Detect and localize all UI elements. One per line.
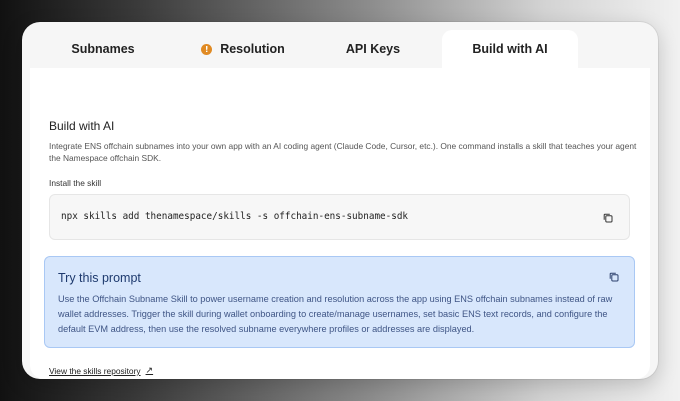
tab-subnames[interactable]: Subnames: [40, 30, 166, 68]
tab-panel: Build with AI Integrate ENS offchain sub…: [30, 68, 650, 379]
prompt-card: Try this prompt Use the Offchain Subname…: [44, 256, 635, 348]
install-command-box: npx skills add thenamespace/skills -s of…: [49, 194, 630, 240]
external-arrow-icon: ↗: [145, 366, 154, 376]
install-label: Install the skill: [49, 178, 102, 188]
prompt-body: Use the Offchain Subname Skill to power …: [58, 294, 613, 334]
tab-label: Build with AI: [472, 42, 548, 56]
tab-label: Subnames: [71, 42, 135, 56]
warning-icon: !: [201, 43, 213, 55]
tab-resolution[interactable]: ! Resolution: [180, 30, 306, 68]
tab-api-keys[interactable]: API Keys: [310, 30, 436, 68]
skills-repository-link[interactable]: View the skills repository ↗: [49, 366, 153, 376]
prompt-title: Try this prompt: [58, 271, 141, 285]
install-command: npx skills add thenamespace/skills -s of…: [61, 211, 409, 222]
link-label: View the skills repository: [49, 366, 141, 376]
section-description: Integrate ENS offchain subnames into you…: [49, 141, 637, 163]
tab-label: API Keys: [345, 42, 401, 56]
tab-bar: Subnames ! Resolution API Keys Build wit…: [22, 30, 658, 68]
copy-icon[interactable]: [608, 271, 620, 283]
section-title: Build with AI: [49, 119, 115, 133]
settings-card: Subnames ! Resolution API Keys Build wit…: [22, 22, 658, 379]
tab-label: Resolution: [220, 42, 285, 56]
copy-icon[interactable]: [602, 212, 614, 224]
tab-build-with-ai[interactable]: Build with AI: [442, 30, 578, 68]
